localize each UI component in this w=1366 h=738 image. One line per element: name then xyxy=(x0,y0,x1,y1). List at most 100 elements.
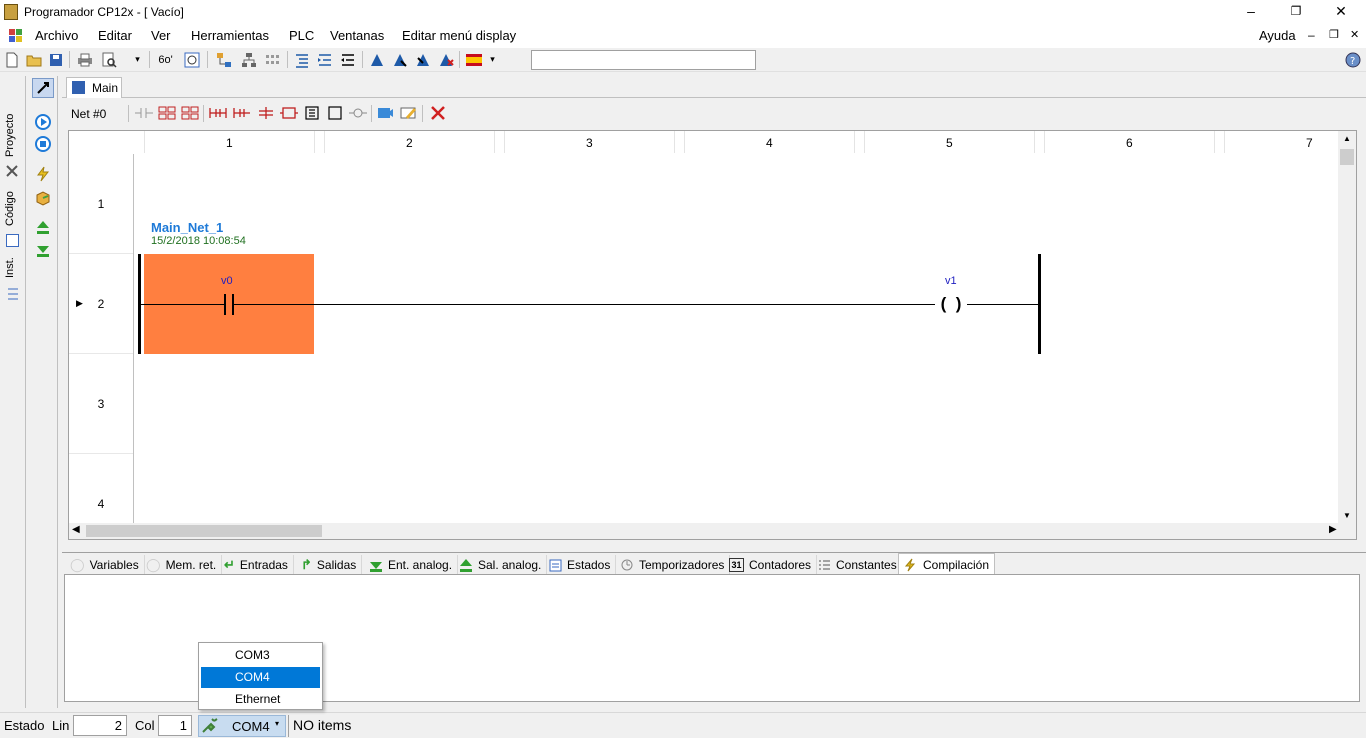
tab-constantes[interactable]: Constantes xyxy=(813,555,903,575)
network-tree-icon[interactable] xyxy=(215,51,232,68)
contact-series-icon[interactable] xyxy=(158,106,176,123)
code-list-icon[interactable] xyxy=(6,234,19,247)
menu-plc[interactable]: PLC xyxy=(289,28,314,43)
menu-editar-menu-display[interactable]: Editar menú display xyxy=(402,28,516,43)
mdi-close-button[interactable]: ✕ xyxy=(1350,28,1359,41)
menu-archivo[interactable]: Archivo xyxy=(35,28,78,43)
tab-estados[interactable]: Estados xyxy=(544,555,617,575)
dropdown-arrow-icon[interactable]: ▾ xyxy=(129,51,146,68)
scroll-right-icon[interactable]: ▶ xyxy=(1329,524,1337,535)
help-globe-icon[interactable]: ? xyxy=(1344,51,1361,68)
menu-ver[interactable]: Ver xyxy=(151,28,171,43)
menu-bar: Archivo Editar Ver Herramientas PLC Vent… xyxy=(0,24,1366,48)
tab-ent-analog[interactable]: Ent. analog. xyxy=(364,555,459,575)
branch-open-icon[interactable] xyxy=(209,106,227,123)
scroll-left-icon[interactable]: ◀ xyxy=(72,524,80,535)
function-block-icon[interactable] xyxy=(303,106,321,123)
menu-ventanas[interactable]: Ventanas xyxy=(330,28,384,43)
transfer-alt-icon[interactable] xyxy=(414,51,431,68)
menu-herramientas[interactable]: Herramientas xyxy=(191,28,269,43)
insert-net-icon[interactable] xyxy=(377,106,395,123)
enter-arrow-icon: ↵ xyxy=(224,557,235,572)
mdi-minimize-button[interactable]: – xyxy=(1308,28,1315,42)
vertical-scrollbar[interactable]: ▲ ▼ xyxy=(1338,131,1356,524)
compile-lightning-icon[interactable] xyxy=(35,166,51,185)
scroll-down-icon[interactable]: ▼ xyxy=(1343,511,1351,520)
horizontal-scroll-thumb[interactable] xyxy=(86,525,322,537)
open-folder-icon[interactable] xyxy=(25,51,42,68)
tools-icon[interactable] xyxy=(5,164,21,178)
mdi-app-icon[interactable] xyxy=(9,29,23,43)
mdi-restore-button[interactable]: ❐ xyxy=(1329,28,1339,41)
hierarchy-icon[interactable] xyxy=(240,51,257,68)
lightning-icon xyxy=(904,558,916,571)
status-message: NO items xyxy=(293,717,352,733)
tab-inst[interactable]: Inst. xyxy=(4,252,24,284)
tab-contadores[interactable]: 31 Contadores xyxy=(724,555,818,575)
download-green-icon[interactable] xyxy=(35,242,51,261)
outdent-icon[interactable] xyxy=(339,51,356,68)
indent-icon[interactable] xyxy=(316,51,333,68)
tab-variables[interactable]: ◯ Variables xyxy=(65,555,145,575)
pointer-tool-icon[interactable] xyxy=(32,78,54,98)
coil-output-icon[interactable]: ( ) xyxy=(935,294,967,315)
disconnect-icon[interactable] xyxy=(437,51,454,68)
port-option-com3[interactable]: COM3 xyxy=(201,645,320,666)
print-preview-icon[interactable] xyxy=(100,51,117,68)
menu-editar[interactable]: Editar xyxy=(98,28,132,43)
connect-icon[interactable] xyxy=(368,51,385,68)
ladder-editor[interactable]: 1 2 3 4 5 6 7 1 ▶ 2 3 4 Main_Net_1 15/2/… xyxy=(68,130,1357,540)
transfer-icon[interactable] xyxy=(391,51,408,68)
run-icon[interactable] xyxy=(35,114,51,133)
tab-compilacion[interactable]: Compilación xyxy=(898,553,996,575)
contact-no-icon[interactable] xyxy=(224,294,234,315)
col-field[interactable]: 1 xyxy=(158,715,192,736)
app-icon xyxy=(4,4,18,20)
port-selected-value: COM4 xyxy=(232,719,270,734)
print-icon[interactable] xyxy=(76,51,93,68)
tab-mem-ret[interactable]: ◯ Mem. ret. xyxy=(141,555,223,575)
tab-temporizadores[interactable]: Temporizadores xyxy=(615,555,731,575)
new-file-icon[interactable] xyxy=(3,51,20,68)
wire-icon[interactable] xyxy=(349,106,367,123)
left-tab-strip: Proyecto Código Inst. xyxy=(0,76,26,708)
coil-icon[interactable] xyxy=(257,106,275,123)
lin-field[interactable]: 2 xyxy=(73,715,127,736)
set-coil-icon[interactable] xyxy=(280,106,298,123)
delete-icon[interactable] xyxy=(430,106,446,123)
tab-sal-analog[interactable]: Sal. analog. xyxy=(454,555,548,575)
horizontal-scrollbar[interactable]: ◀ ▶ xyxy=(69,523,1356,539)
toolbar-search-input[interactable] xyxy=(531,50,756,70)
branch-close-icon[interactable] xyxy=(233,106,251,123)
language-dropdown-icon[interactable]: ▾ xyxy=(484,51,501,68)
zoom-fit-icon[interactable] xyxy=(183,51,200,68)
tab-proyecto[interactable]: Proyecto xyxy=(4,106,24,164)
spain-flag-icon[interactable] xyxy=(465,51,482,68)
save-icon[interactable] xyxy=(47,51,64,68)
port-option-com4[interactable]: COM4 xyxy=(201,667,320,688)
align-left-icon[interactable] xyxy=(293,51,310,68)
tab-codigo[interactable]: Código xyxy=(4,184,24,234)
box-icon[interactable] xyxy=(326,106,344,123)
scroll-up-icon[interactable]: ▲ xyxy=(1343,134,1351,143)
instructions-icon[interactable] xyxy=(6,286,20,302)
package-icon[interactable] xyxy=(35,190,51,209)
close-button[interactable]: ✕ xyxy=(1318,0,1364,24)
stop-icon[interactable] xyxy=(35,136,51,155)
edit-net-icon[interactable] xyxy=(400,106,418,123)
contact-parallel-icon[interactable] xyxy=(181,106,199,123)
minimize-button[interactable]: – xyxy=(1228,0,1274,24)
upload-green-icon[interactable] xyxy=(35,219,51,238)
vertical-scroll-thumb[interactable] xyxy=(1340,149,1354,165)
net-toolbar: Net #0 xyxy=(62,100,1366,128)
contact-open-icon[interactable] xyxy=(135,106,153,123)
port-option-ethernet[interactable]: Ethernet xyxy=(201,689,320,710)
menu-ayuda[interactable]: Ayuda xyxy=(1259,28,1296,43)
tab-entradas[interactable]: ↵ Entradas xyxy=(219,555,294,575)
tab-salidas[interactable]: ↱ Salidas xyxy=(296,555,363,575)
restore-button[interactable]: ❐ xyxy=(1273,0,1319,24)
glasses-icon[interactable]: 6o' xyxy=(157,51,174,68)
tab-main[interactable]: Main xyxy=(66,77,122,98)
port-selector[interactable]: COM4 ▾ xyxy=(198,715,286,737)
grid-dots-icon[interactable] xyxy=(264,51,281,68)
